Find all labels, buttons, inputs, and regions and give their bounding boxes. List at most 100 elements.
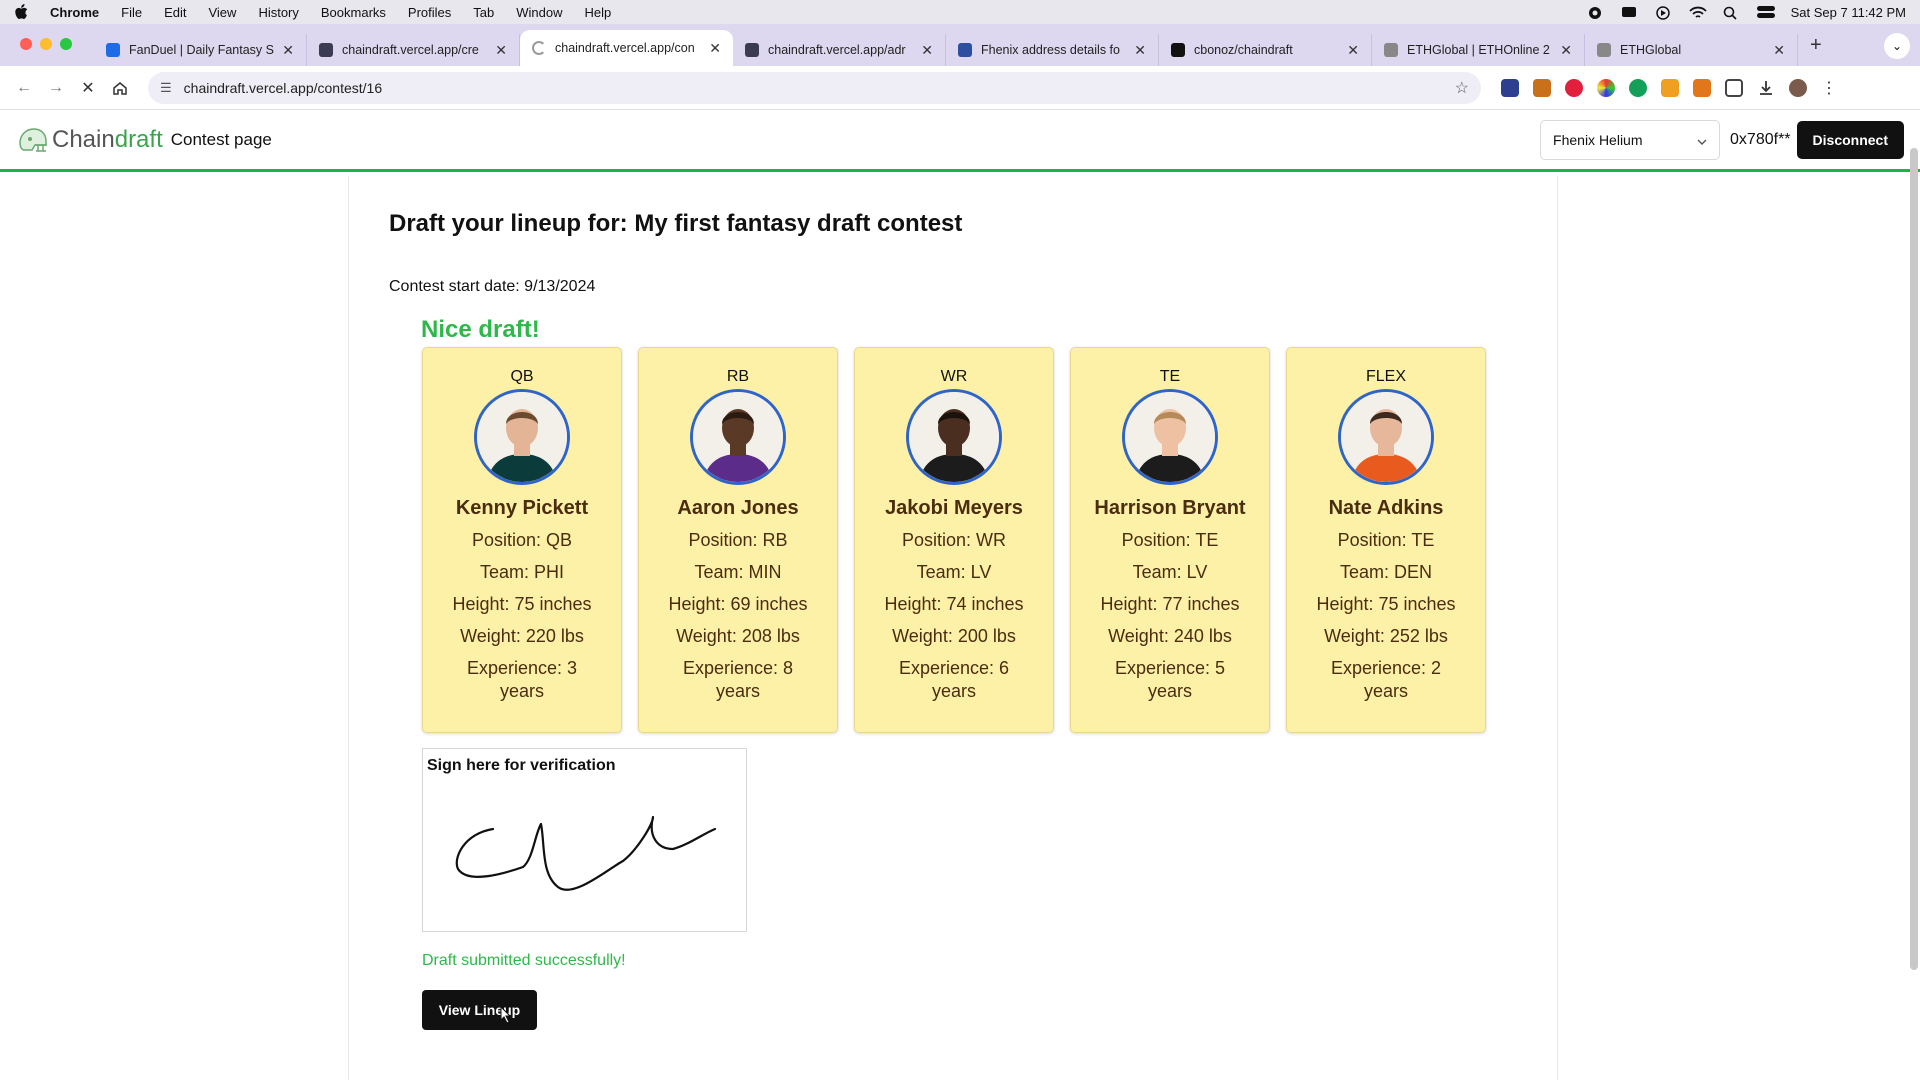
player-slot: RB bbox=[726, 368, 750, 385]
tab-favicon-icon bbox=[1384, 43, 1398, 57]
tab-title: chaindraft.vercel.app/con bbox=[555, 41, 695, 55]
tab-close-icon[interactable]: ✕ bbox=[1134, 42, 1146, 59]
menu-window[interactable]: Window bbox=[516, 5, 562, 20]
apple-icon[interactable] bbox=[14, 4, 28, 20]
minimize-window-button[interactable] bbox=[40, 38, 52, 50]
extension-icon-6[interactable] bbox=[1661, 78, 1679, 97]
extension-icon-2[interactable] bbox=[1533, 78, 1551, 97]
tab-favicon-icon bbox=[745, 43, 759, 57]
tab-close-icon[interactable]: ✕ bbox=[495, 42, 507, 59]
control-center-icon[interactable] bbox=[1756, 6, 1775, 18]
new-tab-icon[interactable]: + bbox=[1810, 34, 1822, 57]
menu-tab[interactable]: Tab bbox=[473, 5, 494, 20]
metamask-fox-icon[interactable] bbox=[1693, 78, 1711, 97]
player-team: Team: LV bbox=[916, 562, 992, 582]
app-header: Chain draft Contest page Fhenix Helium 0x… bbox=[0, 110, 1920, 172]
disconnect-button[interactable]: Disconnect bbox=[1796, 120, 1904, 159]
player-slot: TE bbox=[1159, 368, 1181, 385]
mouse-cursor-icon bbox=[500, 1006, 512, 1024]
view-lineup-button[interactable]: View Lineup bbox=[422, 990, 537, 1030]
menu-file[interactable]: File bbox=[121, 5, 142, 20]
wifi-icon[interactable] bbox=[1688, 6, 1707, 18]
tab-close-icon[interactable]: ✕ bbox=[1773, 42, 1785, 59]
grammarly-icon[interactable] bbox=[1629, 78, 1647, 97]
zoom-window-button[interactable] bbox=[60, 38, 72, 50]
download-icon[interactable] bbox=[1757, 79, 1775, 97]
menu-profiles[interactable]: Profiles bbox=[408, 5, 451, 20]
adblock-icon[interactable] bbox=[1565, 78, 1583, 97]
tab-close-icon[interactable]: ✕ bbox=[1347, 42, 1359, 59]
player-team: Team: DEN bbox=[1339, 562, 1433, 582]
tab-close-icon[interactable]: ✕ bbox=[1560, 42, 1572, 59]
forward-arrow-icon[interactable]: → bbox=[42, 74, 70, 102]
player-position: Position: TE bbox=[1337, 530, 1435, 550]
browser-tab-0[interactable]: FanDuel | Daily Fantasy S ✕ bbox=[94, 34, 307, 66]
bookmark-star-icon[interactable]: ☆ bbox=[1455, 78, 1469, 98]
tab-search-chevron-icon[interactable]: ⌄ bbox=[1884, 33, 1910, 59]
chaindraft-logo[interactable]: Chain draft bbox=[16, 125, 163, 155]
page-scrollbar[interactable] bbox=[1910, 148, 1918, 970]
browser-toolbar: ← → ✕ ☰ chaindraft.vercel.app/contest/16… bbox=[0, 66, 1920, 110]
player-weight: Weight: 208 lbs bbox=[676, 626, 800, 646]
tab-close-icon[interactable]: ✕ bbox=[709, 40, 721, 57]
menu-view[interactable]: View bbox=[208, 5, 236, 20]
browser-tab-3[interactable]: chaindraft.vercel.app/adr ✕ bbox=[733, 34, 946, 66]
menu-history[interactable]: History bbox=[258, 5, 298, 20]
player-position: Position: TE bbox=[1121, 530, 1219, 550]
logo-chain-text: Chain bbox=[52, 125, 115, 153]
chevron-down-icon bbox=[1697, 132, 1707, 148]
extension-icon-4[interactable] bbox=[1597, 78, 1615, 97]
tab-close-icon[interactable]: ✕ bbox=[921, 42, 933, 59]
tab-close-icon[interactable]: ✕ bbox=[282, 42, 294, 59]
back-arrow-icon[interactable]: ← bbox=[10, 74, 38, 102]
player-height: Height: 69 inches bbox=[668, 594, 808, 614]
record-icon[interactable] bbox=[1587, 6, 1603, 19]
menubar-clock[interactable]: Sat Sep 7 11:42 PM bbox=[1791, 5, 1906, 20]
signature-pad[interactable]: Sign here for verification bbox=[422, 748, 747, 932]
network-select[interactable]: Fhenix Helium bbox=[1540, 119, 1721, 160]
address-bar-url[interactable]: chaindraft.vercel.app/contest/16 bbox=[184, 80, 1455, 96]
player-position: Position: WR bbox=[901, 530, 1007, 550]
player-team: Team: PHI bbox=[479, 562, 565, 582]
player-height: Height: 77 inches bbox=[1100, 594, 1240, 614]
player-weight: Weight: 252 lbs bbox=[1324, 626, 1448, 646]
address-bar[interactable]: ☰ chaindraft.vercel.app/contest/16 ☆ bbox=[148, 71, 1481, 104]
chrome-menu-icon[interactable]: ⋮ bbox=[1821, 78, 1837, 98]
spotlight-search-icon[interactable] bbox=[1723, 6, 1739, 20]
player-card: FLEX Nate Adkins Position: TE Team: DEN Heig… bbox=[1286, 347, 1486, 733]
menu-app-name[interactable]: Chrome bbox=[50, 5, 99, 20]
close-window-button[interactable] bbox=[20, 38, 32, 50]
player-avatar bbox=[1338, 389, 1434, 485]
tab-title: ETHGlobal bbox=[1620, 43, 1682, 57]
browser-tab-5[interactable]: cbonoz/chaindraft ✕ bbox=[1159, 34, 1372, 66]
player-height: Height: 75 inches bbox=[1316, 594, 1456, 614]
player-position: Position: RB bbox=[688, 530, 788, 550]
player-name: Aaron Jones bbox=[677, 497, 799, 519]
site-info-icon[interactable]: ☰ bbox=[160, 80, 172, 96]
player-avatar bbox=[1122, 389, 1218, 485]
window-controls bbox=[20, 38, 72, 50]
menu-help[interactable]: Help bbox=[585, 5, 612, 20]
player-name: Nate Adkins bbox=[1328, 497, 1444, 519]
browser-tab-2[interactable]: chaindraft.vercel.app/con ✕ bbox=[520, 30, 733, 66]
tab-favicon-icon bbox=[319, 43, 333, 57]
keyboard-icon[interactable] bbox=[1621, 6, 1637, 18]
profile-avatar[interactable] bbox=[1789, 78, 1807, 97]
play-icon[interactable] bbox=[1655, 6, 1671, 20]
browser-tab-1[interactable]: chaindraft.vercel.app/cre ✕ bbox=[307, 34, 520, 66]
logo-draft-text: draft bbox=[114, 125, 163, 153]
player-card: RB Aaron Jones Position: RB Team: MIN Height… bbox=[638, 347, 838, 733]
menu-edit[interactable]: Edit bbox=[164, 5, 186, 20]
browser-tab-4[interactable]: Fhenix address details fo ✕ bbox=[946, 34, 1159, 66]
extension-icon-1[interactable] bbox=[1501, 78, 1519, 97]
home-icon[interactable] bbox=[106, 74, 134, 102]
extensions-puzzle-icon[interactable] bbox=[1725, 78, 1743, 97]
helmet-logo-icon bbox=[19, 127, 47, 152]
menu-bookmarks[interactable]: Bookmarks bbox=[321, 5, 386, 20]
browser-tab-6[interactable]: ETHGlobal | ETHOnline 2 ✕ bbox=[1372, 34, 1585, 66]
browser-tab-7[interactable]: ETHGlobal ✕ bbox=[1585, 34, 1798, 66]
tab-favicon-icon bbox=[1171, 43, 1185, 57]
player-name: Kenny Pickett bbox=[455, 497, 589, 519]
stop-loading-icon[interactable]: ✕ bbox=[74, 74, 102, 102]
player-slot: QB bbox=[510, 368, 534, 385]
